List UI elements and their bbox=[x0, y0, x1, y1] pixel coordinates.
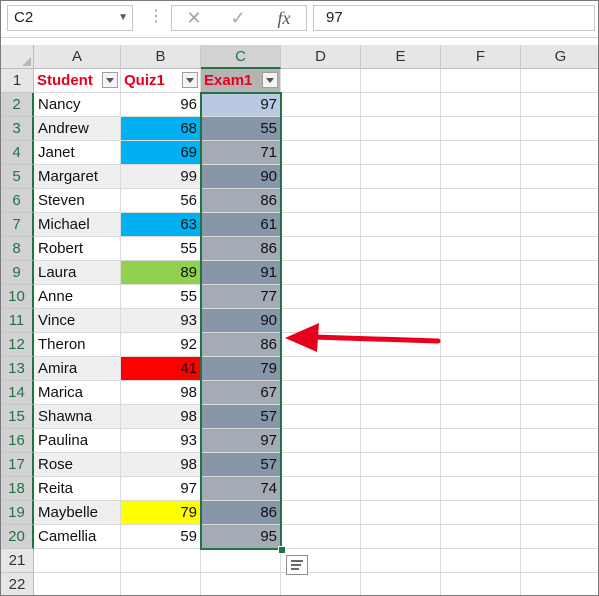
red-arrow-icon bbox=[285, 323, 441, 352]
excel-window: C2 ▼ ⋮ ✕ ✓ fx 97 A B C D E F G 1 2 3 4 5 6 7 8 9 10 11 12 1… bbox=[0, 0, 599, 596]
